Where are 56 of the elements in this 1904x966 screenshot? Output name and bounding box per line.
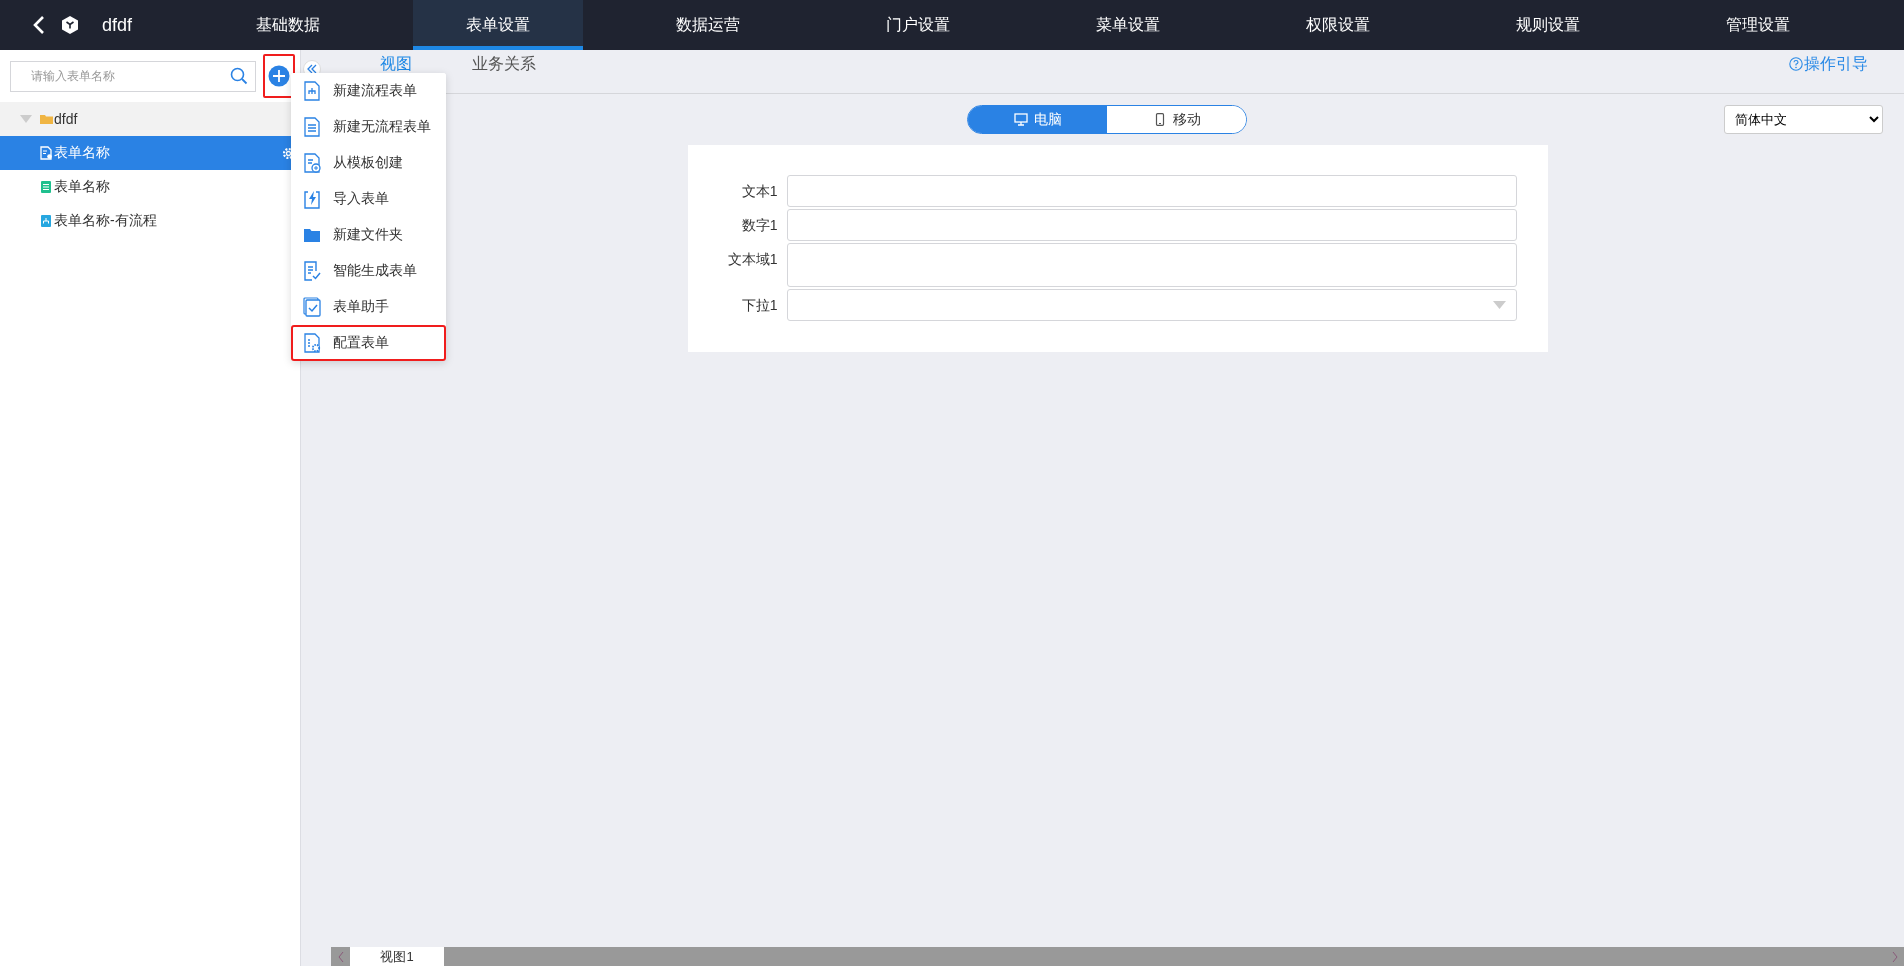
menu-item[interactable]: 从模板创建: [291, 145, 446, 181]
flowchart-document-icon: [303, 81, 321, 101]
nav-tab[interactable]: 数据运营: [623, 0, 793, 50]
device-toggle-option[interactable]: 移动: [1107, 106, 1246, 133]
dropdown-field[interactable]: [786, 289, 1517, 321]
search-icon: [230, 66, 248, 85]
nav-tab[interactable]: 规则设置: [1463, 0, 1633, 50]
search-field[interactable]: 请输入表单名称: [10, 60, 256, 92]
view-tab[interactable]: 视图1: [350, 947, 444, 966]
menu-item[interactable]: 新建流程表单: [291, 73, 446, 109]
menu-item[interactable]: 新建无流程表单: [291, 109, 446, 145]
text-area[interactable]: [786, 243, 1517, 287]
document-icon: [40, 146, 53, 160]
field-label: 文本1: [740, 182, 779, 201]
nav-tab[interactable]: 表单设置: [413, 0, 583, 50]
back-icon[interactable]: [32, 15, 46, 35]
nav-tab[interactable]: 管理设置: [1673, 0, 1843, 50]
nav-tab[interactable]: 门户设置: [833, 0, 1003, 50]
menu-item[interactable]: 配置表单: [291, 325, 446, 361]
app-title: dfdf: [102, 14, 133, 36]
caret-icon: [1492, 301, 1506, 309]
field-label: 下拉1: [740, 296, 779, 315]
document-check-icon: [303, 261, 321, 281]
tree-label: 表单名称-有流程: [54, 212, 157, 230]
chevron-right-icon: [1890, 950, 1899, 963]
menu-item[interactable]: 导入表单: [291, 181, 446, 217]
input-field[interactable]: [786, 209, 1517, 241]
folder-icon: [40, 112, 53, 126]
caret-icon: [20, 115, 32, 123]
document-icon: [303, 117, 321, 137]
tree-label: 表单名称: [54, 144, 110, 162]
nav-tab[interactable]: 权限设置: [1253, 0, 1423, 50]
nav-tab[interactable]: 基础数据: [203, 0, 373, 50]
menu-item[interactable]: 表单助手: [291, 289, 446, 325]
cube-icon: [60, 15, 80, 35]
tree-label: dfdf: [54, 111, 78, 127]
help-icon: [1789, 57, 1803, 71]
input-field[interactable]: [786, 175, 1517, 207]
language-select[interactable]: 简体中文: [1724, 105, 1883, 134]
tree-label: 表单名称: [54, 178, 110, 196]
chevron-left-icon: [336, 950, 345, 963]
document-icon: [40, 214, 53, 228]
menu-item[interactable]: 智能生成表单: [291, 253, 446, 289]
checkbox-icon: [303, 297, 321, 317]
monitor-icon: [1013, 113, 1028, 126]
device-toggle-option[interactable]: 电脑: [968, 106, 1107, 133]
document-plus-icon: [303, 153, 321, 173]
import-icon: [303, 189, 321, 209]
nav-tab[interactable]: 菜单设置: [1043, 0, 1213, 50]
field-label: 数字1: [740, 216, 779, 235]
menu-item[interactable]: 新建文件夹: [291, 217, 446, 253]
plus-icon: [268, 65, 290, 87]
tab[interactable]: 业务关系: [466, 54, 542, 74]
document-gear-icon: [303, 333, 321, 353]
field-label: 文本域1: [726, 250, 779, 269]
document-icon: [40, 180, 53, 194]
